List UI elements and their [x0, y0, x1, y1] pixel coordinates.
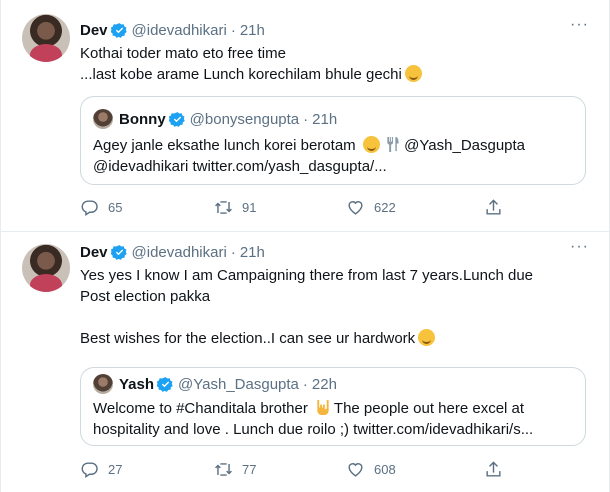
tweet-line: Kothai toder mato eto free time: [80, 45, 286, 62]
quoted-tweet-header: Yash @Yash_Dasgupta · 22h: [93, 374, 337, 394]
share-icon: [486, 461, 501, 477]
tweet-line: hospitality and love . Lunch due roilo ;…: [93, 421, 534, 438]
verified-badge-icon: [110, 22, 127, 38]
timestamp[interactable]: 21h: [240, 22, 265, 39]
quoted-tweet[interactable]: Yash @Yash_Dasgupta · 22h Welcome to #Ch…: [80, 367, 586, 446]
separator: ·: [230, 243, 236, 261]
fork-knife-icon: [387, 136, 399, 153]
quoted-tweet[interactable]: Bonny @bonysengupta · 21h Agey janle eks…: [80, 96, 586, 185]
more-options-icon[interactable]: ···: [570, 17, 588, 38]
author-handle[interactable]: @idevadhikari: [132, 22, 227, 39]
share-button[interactable]: [484, 460, 512, 479]
heart-icon: [348, 201, 363, 215]
tweet-line: Agey janle eksathe lunch korei berotam @…: [93, 136, 526, 154]
like-button[interactable]: 622: [346, 198, 396, 217]
tweet-header: Dev @idevadhikari · 21h: [80, 242, 265, 262]
tweet-line: ...last kobe arame Lunch korechilam bhul…: [80, 64, 422, 85]
tweet-actions: 27 77 608: [80, 460, 501, 480]
separator: ·: [302, 375, 308, 393]
timestamp[interactable]: 21h: [240, 244, 265, 261]
retweet-count: 91: [242, 200, 257, 215]
tweet-actions: 65 91 622: [80, 198, 501, 218]
like-button[interactable]: 608: [346, 460, 396, 479]
author-name[interactable]: Dev: [80, 244, 108, 261]
retweet-button[interactable]: 77: [214, 460, 256, 479]
author-handle[interactable]: @idevadhikari: [132, 244, 227, 261]
author-name: Bonny: [119, 110, 166, 128]
reply-count: 27: [108, 462, 123, 477]
avatar[interactable]: [22, 244, 70, 292]
verified-badge-icon: [110, 244, 127, 260]
tweet[interactable]: Dev @idevadhikari · 21h ··· Kothai toder…: [0, 0, 610, 232]
tweet-line: Best wishes for the election..I can see …: [80, 328, 533, 349]
slightly-smiling-face-icon: [418, 329, 436, 346]
tweet-line: Welcome to #Chanditala brother The peopl…: [93, 399, 525, 417]
tweet-text: Yes yes I know I am Campaigning there fr…: [80, 265, 533, 349]
author-name[interactable]: Dev: [80, 22, 108, 39]
retweet-icon: [215, 463, 232, 476]
avatar: [93, 374, 113, 394]
shushing-face-icon: [404, 65, 422, 82]
share-icon: [486, 199, 501, 215]
reply-button[interactable]: 65: [80, 198, 122, 217]
avatar: [93, 109, 113, 129]
more-options-icon[interactable]: ···: [570, 239, 588, 260]
quoted-tweet-text: Agey janle eksathe lunch korei berotam @…: [93, 135, 525, 177]
winking-tongue-face-icon: [362, 136, 380, 153]
rock-on-hand-icon: [317, 399, 329, 416]
quoted-tweet-text: Welcome to #Chanditala brother The peopl…: [93, 398, 533, 440]
separator: ·: [303, 110, 309, 128]
retweet-button[interactable]: 91: [214, 198, 256, 217]
author-handle: @Yash_Dasgupta: [178, 375, 299, 393]
retweet-count: 77: [242, 462, 257, 477]
frame-border: [0, 0, 1, 492]
timestamp: 21h: [312, 110, 338, 128]
separator: ·: [230, 21, 236, 39]
heart-icon: [348, 463, 363, 477]
author-handle: @bonysengupta: [189, 110, 300, 128]
verified-badge-icon: [157, 376, 173, 392]
reply-count: 65: [108, 200, 123, 215]
timestamp: 22h: [311, 375, 337, 393]
verified-badge-icon: [168, 111, 185, 127]
retweet-icon: [215, 201, 232, 214]
tweet-text: Kothai toder mato eto free time ...last …: [80, 43, 422, 85]
like-count: 608: [374, 462, 396, 477]
tweet-header: Dev @idevadhikari · 21h: [80, 20, 265, 40]
share-button[interactable]: [484, 198, 512, 217]
tweet-line: Yes yes I know I am Campaigning there fr…: [80, 267, 534, 284]
author-name: Yash: [119, 375, 155, 393]
reply-button[interactable]: 27: [80, 460, 122, 479]
tweet[interactable]: Dev @idevadhikari · 21h ··· Yes yes I kn…: [0, 232, 610, 492]
reply-icon: [81, 200, 98, 216]
mention-link[interactable]: @Yash_Dasgupta: [404, 137, 525, 154]
tweet-line: Post election pakka: [80, 288, 211, 305]
quoted-tweet-header: Bonny @bonysengupta · 21h: [93, 109, 337, 129]
tweet-line: @idevadhikari twitter.com/yash_dasgupta/…: [93, 158, 387, 175]
like-count: 622: [374, 200, 396, 215]
reply-icon: [81, 462, 98, 478]
avatar[interactable]: [22, 14, 70, 62]
